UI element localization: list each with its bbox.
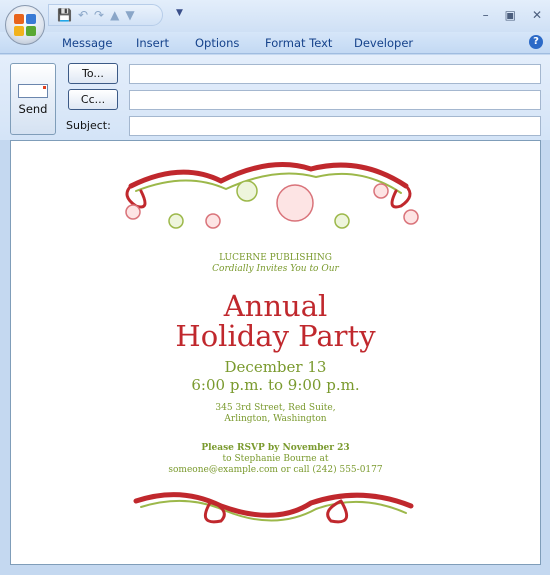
event-date: December 13 <box>224 358 327 376</box>
help-icon[interactable]: ? <box>529 35 543 49</box>
ribbon-tabs: Message Insert Options Format Text Devel… <box>0 32 550 54</box>
office-logo-icon <box>14 14 36 36</box>
to-button[interactable]: To... <box>68 63 118 84</box>
title-line-1: Annual <box>223 289 328 323</box>
previous-item-icon[interactable]: ▲ <box>110 8 119 22</box>
next-item-icon[interactable]: ▼ <box>125 8 134 22</box>
rsvp-contact-info: someone@example.com or call (242) 555-01… <box>168 465 383 475</box>
address-line-1: 345 3rd Street, Red Suite, <box>215 403 336 413</box>
event-time: 6:00 p.m. to 9:00 p.m. <box>191 376 360 394</box>
tab-developer[interactable]: Developer <box>354 36 413 50</box>
address-line-2: Arlington, Washington <box>224 414 327 424</box>
send-label: Send <box>18 102 48 116</box>
subject-label: Subject: <box>66 119 111 132</box>
rsvp-contact-name: to Stephanie Bourne at <box>222 454 329 464</box>
holiday-ornament-decoration <box>125 162 419 524</box>
tab-message[interactable]: Message <box>62 36 112 50</box>
rsvp-deadline: Please RSVP by November 23 <box>201 443 350 453</box>
company-name: LUCERNE PUBLISHING <box>219 253 332 263</box>
title-line-2: Holiday Party <box>175 319 376 353</box>
envelope-icon <box>18 84 48 98</box>
close-icon[interactable]: ✕ <box>532 8 542 22</box>
office-button[interactable] <box>5 5 45 45</box>
tab-insert[interactable]: Insert <box>136 36 169 50</box>
maximize-icon[interactable]: ▣ <box>505 8 516 22</box>
undo-icon[interactable]: ↶ <box>78 8 88 22</box>
save-icon[interactable]: 💾 <box>57 8 72 22</box>
quick-access-toolbar: 💾 ↶ ↷ ▲ ▼ <box>48 4 163 26</box>
title-bar: 💾 ↶ ↷ ▲ ▼ ▼ – ▣ ✕ <box>0 0 550 32</box>
tab-options[interactable]: Options <box>195 36 239 50</box>
to-field[interactable] <box>129 64 541 84</box>
cc-field[interactable] <box>129 90 541 110</box>
tagline: Cordially Invites You to Our <box>212 264 339 274</box>
minimize-icon[interactable]: – <box>483 8 489 22</box>
cc-button[interactable]: Cc... <box>68 89 118 110</box>
subject-field[interactable] <box>129 116 541 136</box>
redo-icon[interactable]: ↷ <box>94 8 104 22</box>
message-body[interactable]: LUCERNE PUBLISHING Cordially Invites You… <box>10 140 541 565</box>
tab-format-text[interactable]: Format Text <box>265 36 332 50</box>
send-button[interactable]: Send <box>10 63 56 135</box>
customize-toolbar-icon[interactable]: ▼ <box>176 8 183 18</box>
message-header: Send To... Cc... Subject: <box>0 55 550 140</box>
